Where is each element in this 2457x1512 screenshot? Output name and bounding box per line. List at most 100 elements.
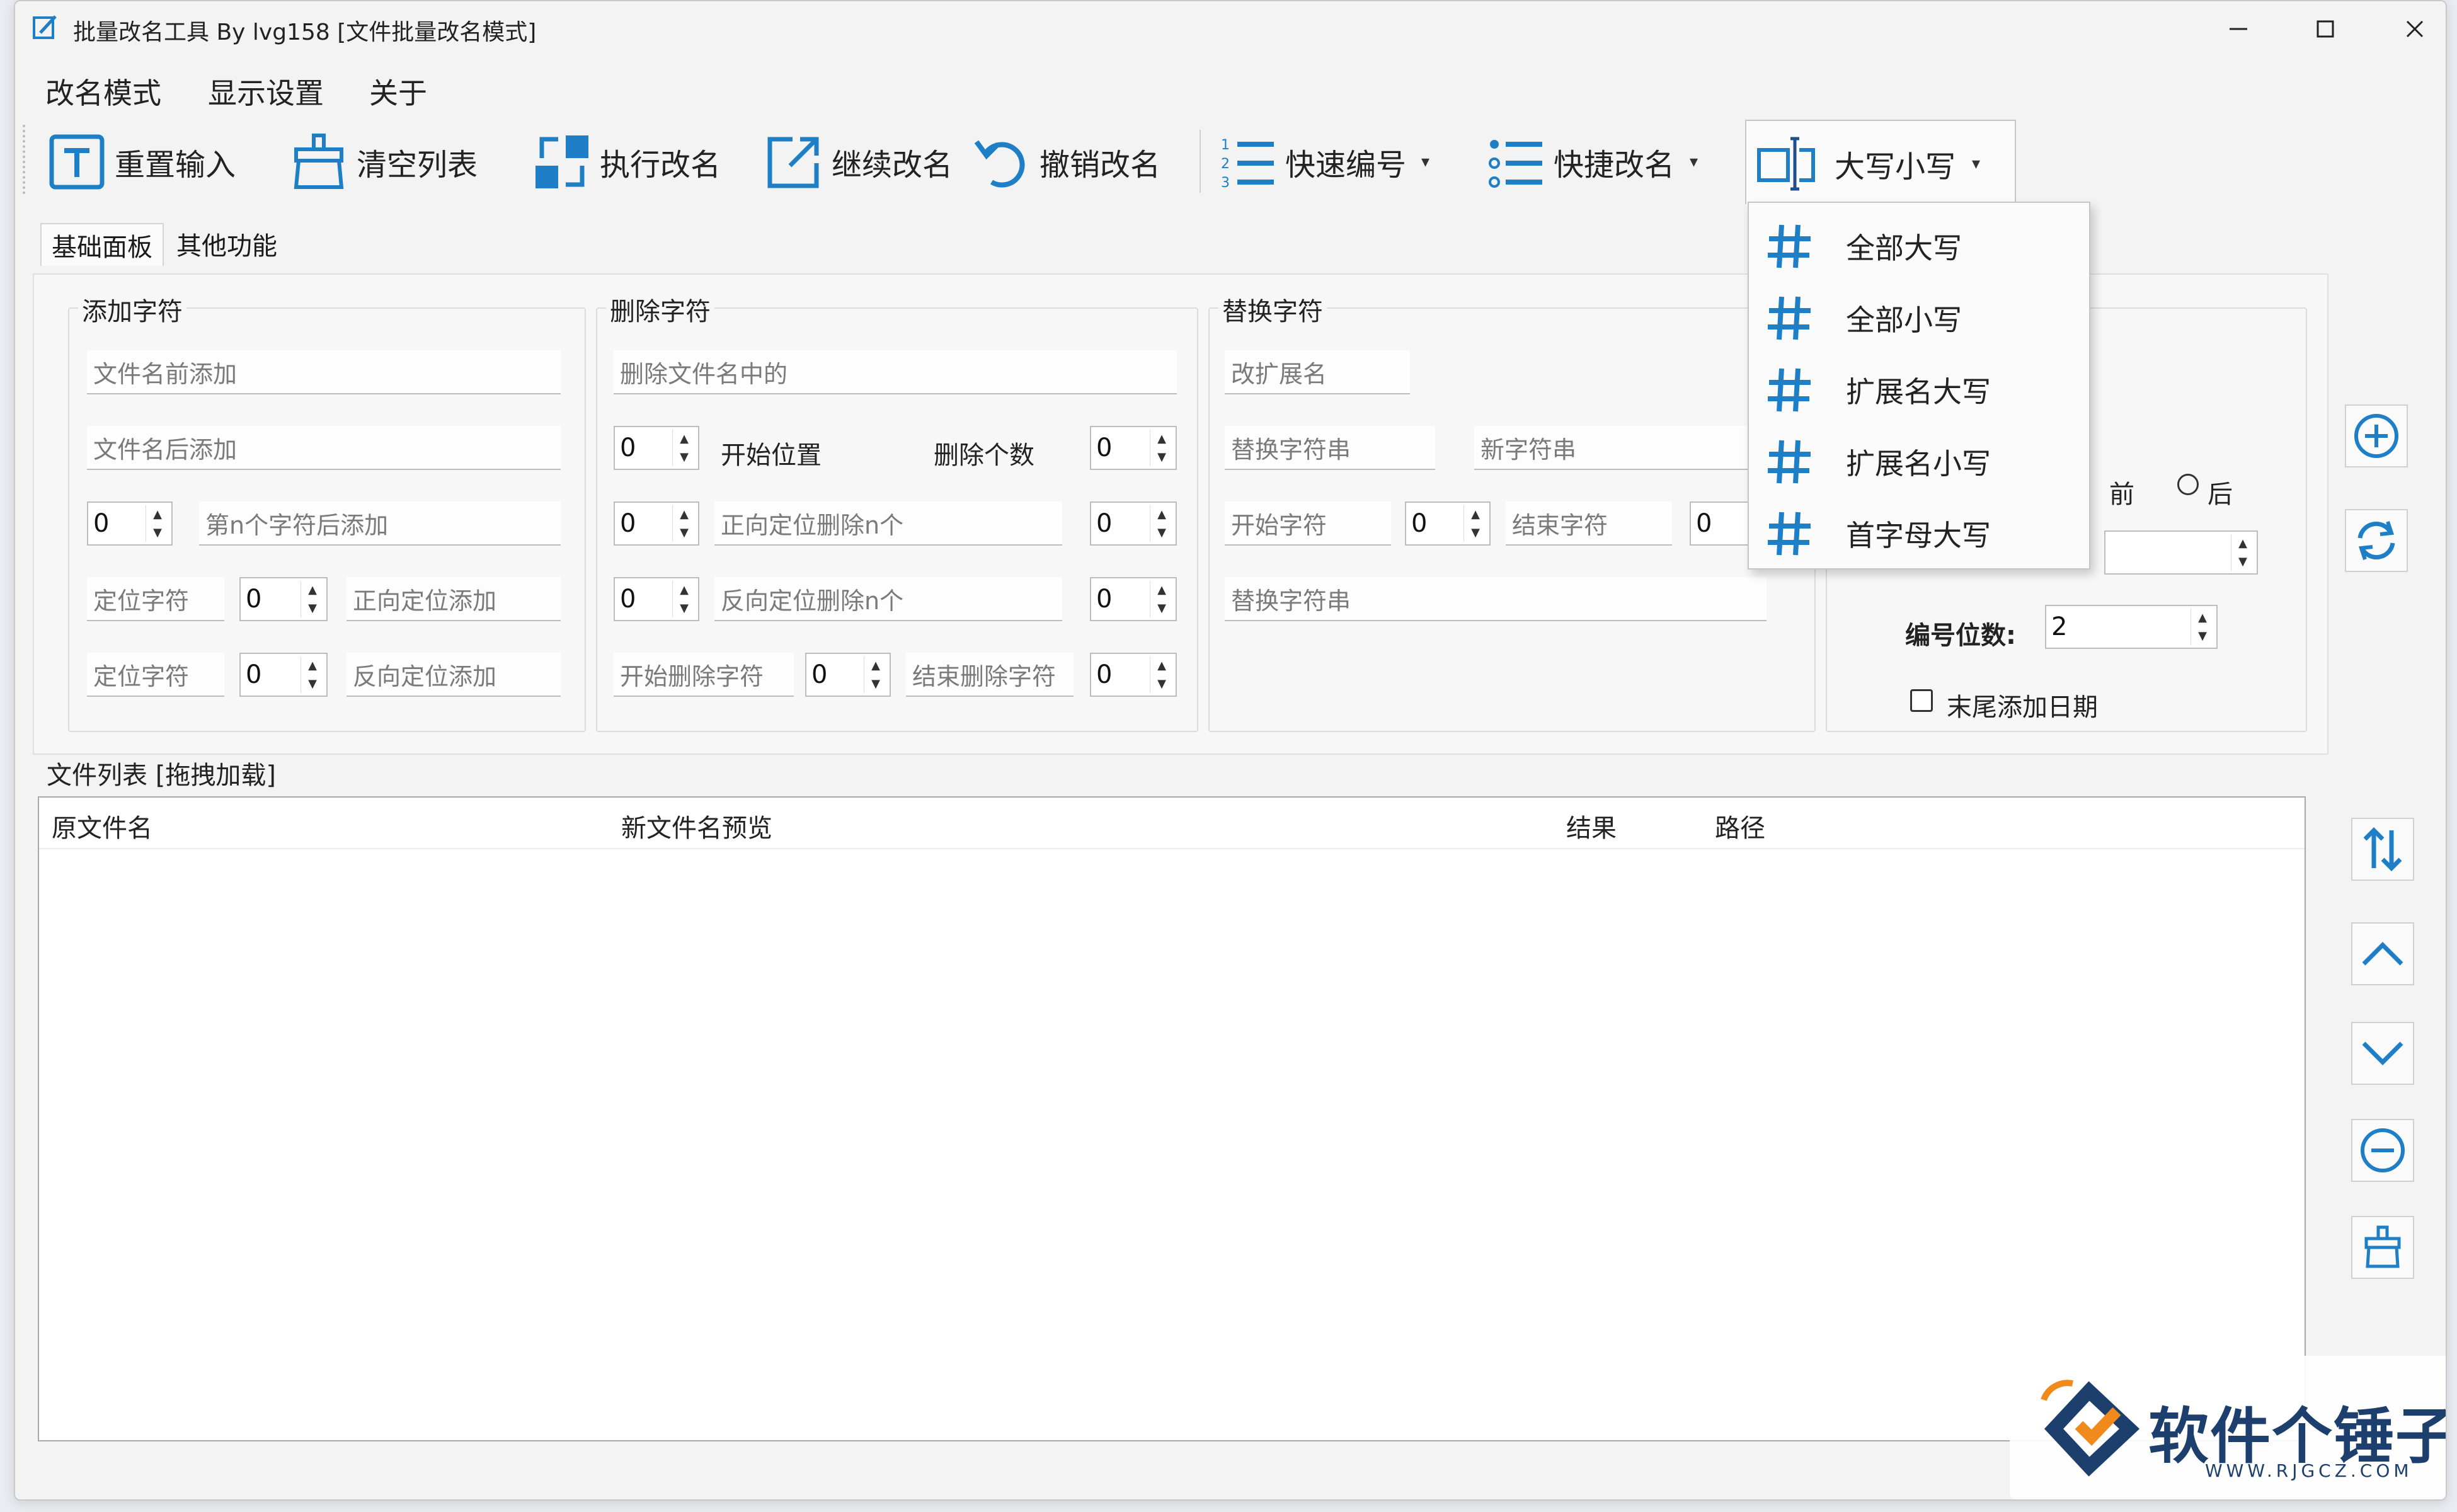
spinner-arrows-icon[interactable]: ▲▼ [301,656,324,693]
delete-count-spinner[interactable]: 0 ▲ ▼ [1090,426,1177,470]
dropdown-arrow-icon[interactable]: ▾ [1972,154,1980,173]
spinner-arrows-icon[interactable]: ▲▼ [672,430,696,466]
remove-button[interactable] [2351,1119,2414,1182]
menu-ext-lowercase[interactable]: 扩展名小写 [1749,427,2089,496]
delete-range-spinner[interactable]: 0 ▲ ▼ [805,653,891,697]
file-list-table[interactable]: 原文件名 新文件名预览 结果 路径 [38,796,2306,1441]
after-radio-label: 后 [2208,480,2233,509]
add-rule-button[interactable] [2345,404,2408,467]
end-delete-spinner[interactable]: 0 ▲ ▼ [1090,653,1177,697]
spinner-arrows-icon[interactable]: ▲▼ [1150,430,1173,466]
undo-rename-button[interactable]: 撤销改名 [973,127,1160,197]
menu-rename-mode[interactable]: 改名模式 [45,71,161,112]
case-convert-button[interactable]: 大写小写 ▾ [1745,120,2016,204]
broom-icon [294,134,344,189]
menu-all-uppercase[interactable]: 全部大写 [1749,212,2089,281]
replace-chars-title: 替换字符 [1218,291,1327,328]
spinner-arrows-icon[interactable]: ▲▼ [2191,609,2214,645]
nth-insert-input[interactable]: 第n个字符后添加 [199,501,561,546]
reverse-delete-input[interactable]: 反向定位删除n个 [714,577,1062,621]
spinner-arrows-icon[interactable]: ▲▼ [1150,656,1173,693]
sort-icon [2363,827,2402,871]
spinner-arrows-icon[interactable]: ▲▼ [301,581,324,617]
quick-number-button[interactable]: 1 2 3 快速编号 ▾ [1218,127,1429,197]
tab-other-functions[interactable]: 其他功能 [166,223,287,265]
prefix-input[interactable]: 文件名前添加 [87,350,561,394]
reverse-add-input[interactable]: 反向定位添加 [346,653,561,697]
tab-basic-panel[interactable]: 基础面板 [40,223,164,266]
spinner-arrows-icon[interactable]: ▲▼ [1150,581,1173,617]
col-result[interactable]: 结果 [1566,808,1617,844]
spinner-arrows-icon[interactable]: ▲▼ [672,505,696,542]
header-divider [39,848,2305,849]
menu-display-settings[interactable]: 显示设置 [208,71,324,112]
quick-rename-button[interactable]: 快捷改名 ▾ [1487,127,1698,197]
undo-icon [974,140,1025,188]
hash-icon [1768,224,1811,268]
reverse-delete-spinner[interactable]: 0 ▲ ▼ [614,577,699,621]
menu-capitalize-first[interactable]: 首字母大写 [1749,499,2089,568]
replace-start-spinner[interactable]: 0 ▲ ▼ [1405,501,1491,546]
clear-button[interactable] [2351,1216,2414,1279]
nth-position-spinner[interactable]: 0 ▲ ▼ [87,501,173,546]
undo-rename-label: 撤销改名 [1040,147,1161,183]
change-extension-input[interactable]: 改扩展名 [1225,350,1410,394]
minus-circle-icon [2361,1128,2405,1172]
suffix-input[interactable]: 文件名后添加 [87,426,561,470]
continue-rename-button[interactable]: 继续改名 [765,127,953,197]
end-delete-char-input[interactable]: 结束删除字符 [906,653,1074,697]
toolbar-separator [1200,130,1201,193]
forward-add-input[interactable]: 正向定位添加 [346,577,561,621]
reset-input-button[interactable]: 重置输入 [48,127,236,197]
numbering-start-spinner[interactable]: ▲ ▼ [2104,530,2258,575]
menu-about[interactable]: 关于 [369,71,427,112]
end-char-input[interactable]: 结束字符 [1506,501,1672,546]
digits-spinner[interactable]: 2 ▲ ▼ [2045,605,2218,649]
col-path[interactable]: 路径 [1715,808,1765,844]
locate-char-input-1[interactable]: 定位字符 [87,577,224,621]
forward-delete-input[interactable]: 正向定位删除n个 [714,501,1062,546]
forward-delete-n-spinner[interactable]: 0 ▲ ▼ [1090,501,1177,546]
app-logo-icon [33,15,57,39]
reverse-delete-n-spinner[interactable]: 0 ▲ ▼ [1090,577,1177,621]
spinner-arrows-icon[interactable]: ▲▼ [672,581,696,617]
broom-icon [2364,1225,2401,1268]
start-char-input[interactable]: 开始字符 [1225,501,1391,546]
add-date-checkbox[interactable] [1910,689,1933,712]
locate-offset-spinner-2[interactable]: 0 ▲ ▼ [239,653,328,697]
nth-position-value: 0 [93,509,110,538]
minimize-button[interactable] [2210,9,2267,49]
refresh-button[interactable] [2345,509,2408,572]
locate-offset-spinner-1[interactable]: 0 ▲ ▼ [239,577,328,621]
dropdown-arrow-icon[interactable]: ▾ [1690,152,1698,171]
delete-start-spinner[interactable]: 0 ▲ ▼ [614,426,699,470]
execute-rename-button[interactable]: 执行改名 [533,127,721,197]
forward-delete-spinner[interactable]: 0 ▲ ▼ [614,501,699,546]
col-new-name-preview[interactable]: 新文件名预览 [621,808,772,844]
close-button[interactable] [2386,9,2443,49]
spinner-arrows-icon[interactable]: ▲▼ [146,505,169,542]
col-original-name[interactable]: 原文件名 [52,808,152,844]
refresh-icon [2357,521,2395,560]
sort-button[interactable] [2351,818,2414,881]
dropdown-arrow-icon[interactable]: ▾ [1421,152,1429,171]
find-string-input[interactable]: 替换字符串 [1225,426,1435,470]
move-up-button[interactable] [2351,922,2414,985]
menu-all-lowercase[interactable]: 全部小写 [1749,284,2089,353]
move-down-button[interactable] [2351,1022,2414,1085]
start-delete-char-input[interactable]: 开始删除字符 [614,653,794,697]
clear-list-button[interactable]: 清空列表 [290,127,478,197]
spinner-arrows-icon[interactable]: ▲▼ [1463,505,1487,542]
watermark: 软件个锤子 WWW.RJGCZ.COM [2010,1356,2446,1499]
delete-count-label: 删除个数 [934,441,1034,470]
delete-contains-input[interactable]: 删除文件名中的 [614,350,1177,394]
after-radio[interactable] [2177,474,2199,495]
new-string-input[interactable]: 新字符串 [1474,426,1789,470]
spinner-arrows-icon[interactable]: ▲▼ [1150,505,1173,542]
replace-string-input[interactable]: 替换字符串 [1225,577,1767,621]
menu-ext-uppercase[interactable]: 扩展名大写 [1749,355,2089,425]
locate-char-input-2[interactable]: 定位字符 [87,653,224,697]
maximize-button[interactable] [2297,9,2354,49]
spinner-arrows-icon[interactable]: ▲▼ [864,656,887,693]
spinner-arrows-icon[interactable]: ▲▼ [2231,534,2254,571]
